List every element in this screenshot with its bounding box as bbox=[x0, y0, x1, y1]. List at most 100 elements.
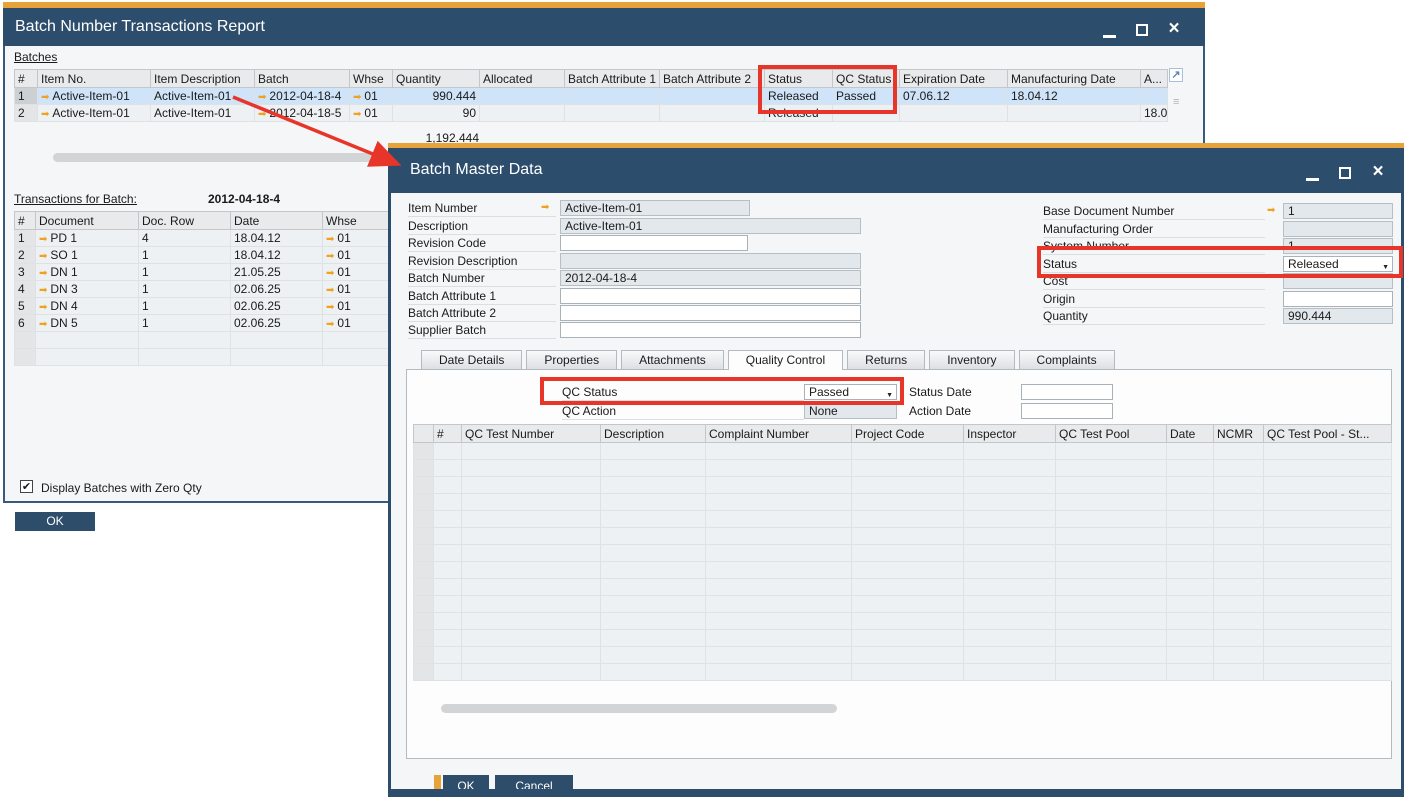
tab-quality-control[interactable]: Quality Control bbox=[728, 350, 843, 370]
link-arrow-icon[interactable]: ➡ bbox=[353, 109, 361, 120]
column-header[interactable]: # bbox=[15, 212, 36, 230]
column-header[interactable]: # bbox=[15, 70, 38, 88]
table-row[interactable]: 2 ➡Active-Item-01 Active-Item-01 ➡2012-0… bbox=[15, 105, 1168, 122]
origin-field[interactable] bbox=[1283, 291, 1393, 307]
column-header[interactable]: Complaint Number bbox=[706, 425, 852, 443]
table-row[interactable]: 3 ➡DN 1 1 21.05.25 ➡01 bbox=[15, 264, 391, 281]
link-arrow-icon[interactable]: ➡ bbox=[39, 285, 47, 296]
minimize-button[interactable] bbox=[1101, 24, 1119, 40]
link-arrow-icon[interactable]: ➡ bbox=[258, 92, 266, 103]
qc-empty-row[interactable] bbox=[414, 596, 1392, 613]
revision-code-field[interactable] bbox=[560, 235, 748, 251]
link-arrow-icon[interactable]: ➡ bbox=[1267, 205, 1275, 216]
column-header[interactable]: Project Code bbox=[852, 425, 964, 443]
table-row[interactable]: 2 ➡SO 1 1 18.04.12 ➡01 bbox=[15, 247, 391, 264]
cell bbox=[1167, 613, 1214, 630]
column-header[interactable]: Expiration Date bbox=[900, 70, 1008, 88]
qc-empty-row[interactable] bbox=[414, 664, 1392, 681]
status-date-input[interactable] bbox=[1021, 384, 1113, 400]
link-arrow-icon[interactable]: ➡ bbox=[353, 92, 361, 103]
zero-qty-checkbox[interactable]: ✔ bbox=[20, 480, 33, 493]
tab-properties[interactable]: Properties bbox=[526, 350, 617, 369]
tab-inventory[interactable]: Inventory bbox=[929, 350, 1014, 369]
column-header[interactable]: Allocated bbox=[480, 70, 565, 88]
action-date-input[interactable] bbox=[1021, 403, 1113, 419]
qc-empty-row[interactable] bbox=[414, 511, 1392, 528]
link-arrow-icon[interactable]: ➡ bbox=[541, 202, 549, 213]
empty-row[interactable] bbox=[15, 332, 391, 349]
link-arrow-icon[interactable]: ➡ bbox=[326, 251, 334, 262]
horizontal-scrollbar[interactable] bbox=[441, 704, 837, 713]
qc-empty-row[interactable] bbox=[414, 460, 1392, 477]
column-header[interactable]: Manufacturing Date bbox=[1008, 70, 1141, 88]
qc-empty-row[interactable] bbox=[414, 579, 1392, 596]
column-header[interactable]: A... bbox=[1141, 70, 1168, 88]
link-arrow-icon[interactable]: ➡ bbox=[326, 319, 334, 330]
qc-empty-row[interactable] bbox=[414, 613, 1392, 630]
batch-attribute-2-field[interactable] bbox=[560, 305, 861, 321]
column-header[interactable]: Status bbox=[765, 70, 833, 88]
column-header[interactable]: QC Test Number bbox=[462, 425, 601, 443]
tab-complaints[interactable]: Complaints bbox=[1019, 350, 1115, 369]
column-header[interactable]: Inspector bbox=[964, 425, 1056, 443]
status-dropdown[interactable]: Released ▼ bbox=[1283, 256, 1393, 272]
column-header[interactable]: Quantity bbox=[393, 70, 480, 88]
column-header[interactable]: QC Test Pool - St... bbox=[1264, 425, 1392, 443]
link-arrow-icon[interactable]: ➡ bbox=[39, 302, 47, 313]
table-row[interactable]: 1 ➡Active-Item-01 Active-Item-01 ➡2012-0… bbox=[15, 88, 1168, 105]
column-header[interactable]: Whse bbox=[323, 212, 391, 230]
table-row[interactable]: 6 ➡DN 5 1 02.06.25 ➡01 bbox=[15, 315, 391, 332]
tab-attachments[interactable]: Attachments bbox=[621, 350, 724, 369]
table-row[interactable]: 1 ➡PD 1 4 18.04.12 ➡01 bbox=[15, 230, 391, 247]
qc-empty-row[interactable] bbox=[414, 494, 1392, 511]
column-header[interactable]: Batch Attribute 1 bbox=[565, 70, 660, 88]
column-header[interactable]: Doc. Row bbox=[139, 212, 231, 230]
tab-date-details[interactable]: Date Details bbox=[421, 350, 522, 369]
qc-empty-row[interactable] bbox=[414, 528, 1392, 545]
link-arrow-icon[interactable]: ➡ bbox=[326, 302, 334, 313]
link-arrow-icon[interactable]: ➡ bbox=[41, 92, 49, 103]
qc-empty-row[interactable] bbox=[414, 562, 1392, 579]
minimize-button[interactable] bbox=[1304, 167, 1322, 183]
link-arrow-icon[interactable]: ➡ bbox=[39, 251, 47, 262]
table-row[interactable]: 5 ➡DN 4 1 02.06.25 ➡01 bbox=[15, 298, 391, 315]
link-arrow-icon[interactable]: ➡ bbox=[39, 234, 47, 245]
qc-empty-row[interactable] bbox=[414, 477, 1392, 494]
ok-button[interactable]: OK bbox=[15, 512, 95, 531]
column-header[interactable]: Item No. bbox=[38, 70, 151, 88]
link-arrow-icon[interactable]: ➡ bbox=[326, 234, 334, 245]
empty-row[interactable] bbox=[15, 349, 391, 366]
table-row[interactable]: 4 ➡DN 3 1 02.06.25 ➡01 bbox=[15, 281, 391, 298]
maximize-button[interactable] bbox=[1337, 165, 1355, 181]
batch-attribute-1-field[interactable] bbox=[560, 288, 861, 304]
column-header[interactable]: Batch Attribute 2 bbox=[660, 70, 765, 88]
supplier-batch-field[interactable] bbox=[560, 322, 861, 338]
link-arrow-icon[interactable]: ➡ bbox=[326, 285, 334, 296]
column-header[interactable]: # bbox=[434, 425, 462, 443]
column-header[interactable]: Whse bbox=[350, 70, 393, 88]
column-header[interactable]: Batch bbox=[255, 70, 350, 88]
column-header[interactable]: QC Status bbox=[833, 70, 900, 88]
qc-empty-row[interactable] bbox=[414, 443, 1392, 460]
link-arrow-icon[interactable]: ➡ bbox=[326, 268, 334, 279]
column-header[interactable]: Document bbox=[36, 212, 139, 230]
close-button[interactable]: × bbox=[1165, 21, 1183, 37]
column-header[interactable]: Date bbox=[231, 212, 323, 230]
qc-empty-row[interactable] bbox=[414, 647, 1392, 664]
link-arrow-icon[interactable]: ➡ bbox=[258, 109, 266, 120]
column-header[interactable]: NCMR bbox=[1214, 425, 1264, 443]
link-arrow-icon[interactable]: ➡ bbox=[39, 268, 47, 279]
column-header[interactable]: Date bbox=[1167, 425, 1214, 443]
qc-empty-row[interactable] bbox=[414, 545, 1392, 562]
maximize-button[interactable] bbox=[1134, 22, 1152, 38]
column-header[interactable]: QC Test Pool bbox=[1056, 425, 1167, 443]
close-button[interactable]: × bbox=[1369, 164, 1387, 180]
qc-status-dropdown[interactable]: Passed ▼ bbox=[804, 384, 897, 400]
link-arrow-icon[interactable]: ➡ bbox=[41, 109, 49, 120]
qc-empty-row[interactable] bbox=[414, 630, 1392, 647]
column-header[interactable]: Item Description bbox=[151, 70, 255, 88]
expand-grid-icon[interactable]: ↗ bbox=[1169, 68, 1183, 82]
column-header[interactable]: Description bbox=[601, 425, 706, 443]
tab-returns[interactable]: Returns bbox=[847, 350, 925, 369]
link-arrow-icon[interactable]: ➡ bbox=[39, 319, 47, 330]
